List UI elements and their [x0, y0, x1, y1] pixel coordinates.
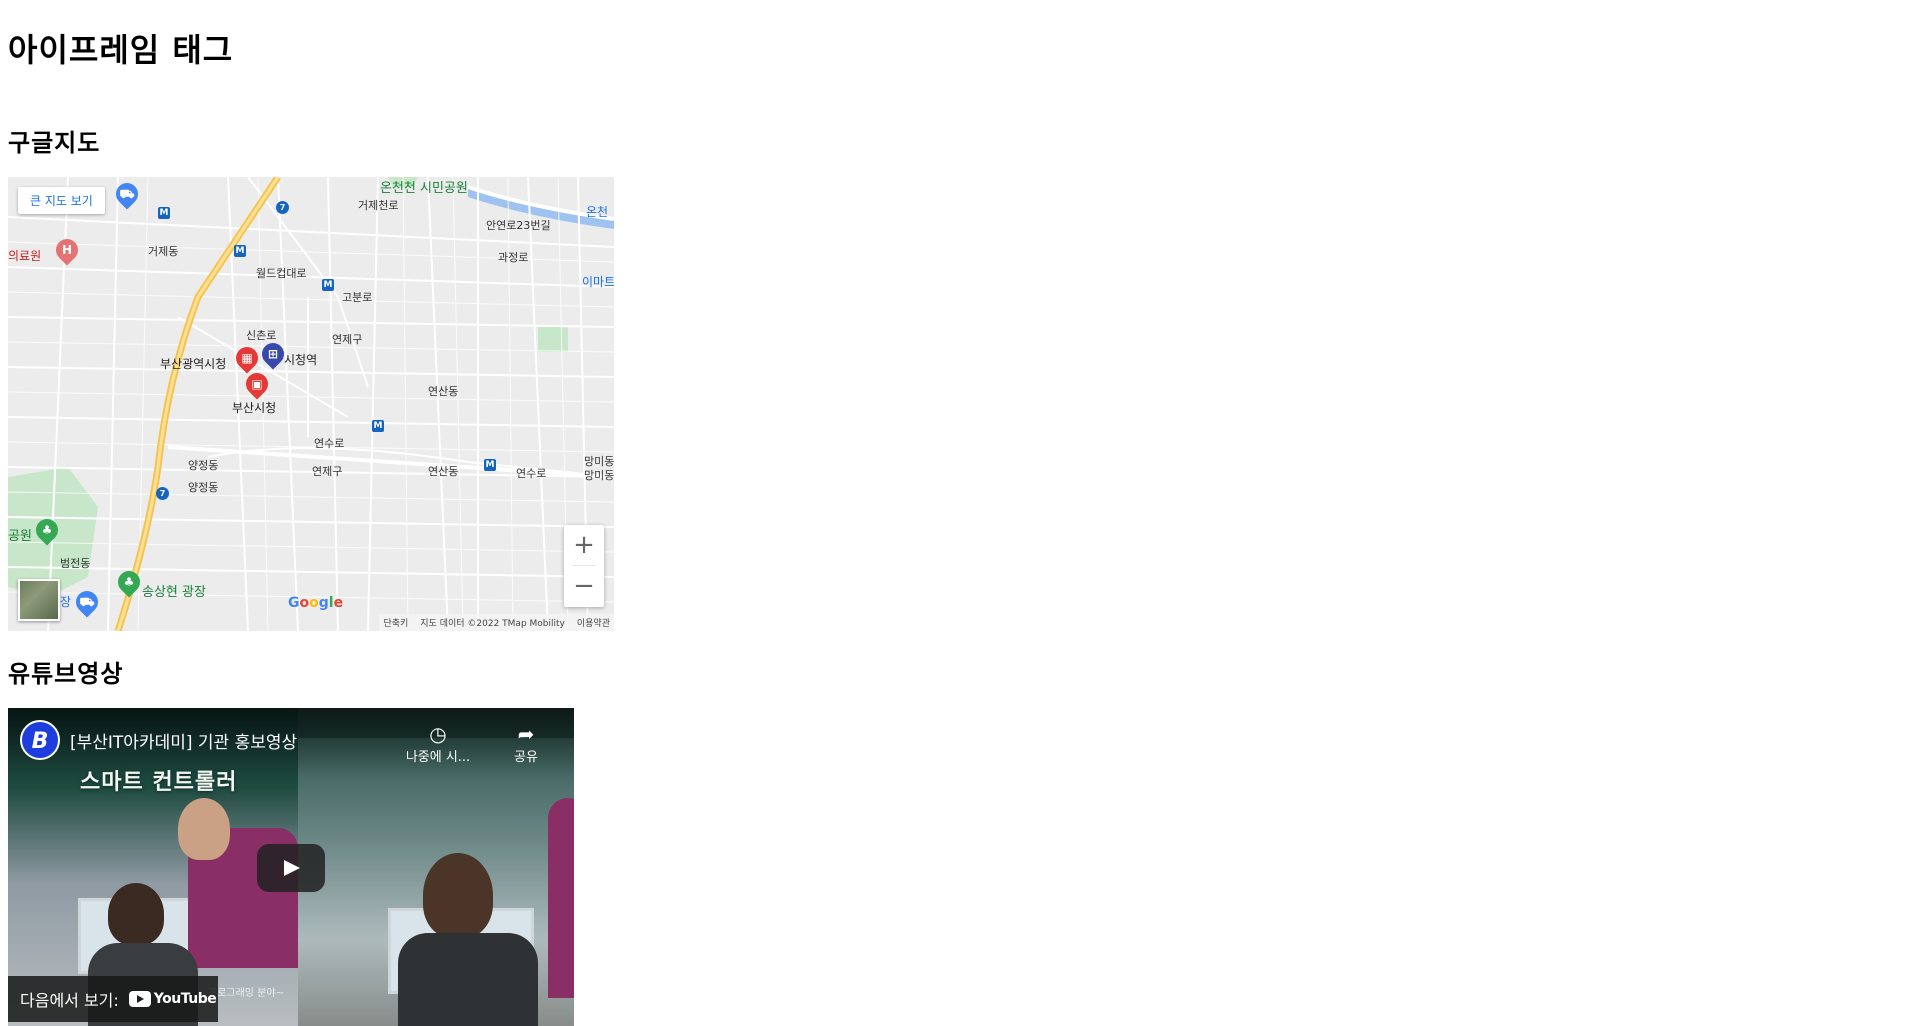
map-label: 고분로 [342, 291, 373, 304]
route-7-icon: 7 [276, 201, 289, 214]
youtube-play-icon [128, 991, 151, 1007]
map-zoom-control: + − [564, 525, 604, 607]
map-label: 온천천 시민공원 [380, 181, 468, 196]
metro-icon[interactable]: M [484, 459, 496, 471]
person-shape [423, 853, 493, 938]
play-button[interactable] [257, 844, 325, 892]
map-label: 장 [60, 595, 72, 609]
video-heading: 유튜브영상 [8, 660, 124, 688]
map-label: 연제구 [332, 333, 363, 346]
person-shape [178, 798, 230, 860]
map-label: 시청역 [284, 353, 318, 367]
map-label: 과정로 [498, 251, 529, 264]
map-label: 이마트 [582, 275, 614, 289]
zoom-out-button[interactable]: − [564, 566, 604, 606]
page-title: 아이프레임 태그 [8, 31, 234, 69]
shopping-pin-icon[interactable]: ⛟ [111, 178, 143, 210]
watch-later-label: 나중에 시... [405, 750, 471, 765]
busan-city-hall-pin-icon[interactable]: ▣ [241, 368, 273, 400]
map-label: 온천 [586, 205, 609, 219]
video-caption: 프로그래밍 분야~ [208, 988, 284, 999]
person-shape [398, 933, 538, 1026]
person-shape [548, 798, 574, 998]
youtube-logo: YouTube [128, 991, 217, 1007]
google-logo: Google [288, 595, 344, 611]
hospital-pin-icon[interactable]: H [51, 234, 83, 266]
map-label: 연제구 [312, 465, 343, 478]
map-label: 양정동 [188, 481, 219, 494]
share-label: 공유 [514, 750, 538, 765]
person-shape [108, 883, 164, 945]
map-label: 신촌로 [246, 329, 277, 342]
map-label: 연수로 [516, 467, 547, 480]
map-label: 연수로 [314, 437, 345, 450]
zoom-in-button[interactable]: + [564, 525, 604, 565]
map-label: 연산동 [428, 465, 459, 478]
map-data-attribution: 지도 데이터 ©2022 TMap Mobility [420, 619, 565, 629]
video-title-link[interactable]: [부산IT아카데미] 기관 홍보영상 [70, 728, 297, 753]
share-arrow-icon: ➦ [517, 722, 535, 746]
map-label: 거제천로 [358, 199, 399, 212]
map-label: 월드컵대로 [256, 267, 307, 280]
page: 아이프레임 태그 구글지도 큰 지도 보기 M M M M M 7 7 ▦ ⊞ … [0, 0, 1920, 1026]
map-label: 망미동 [584, 469, 614, 482]
metro-icon[interactable]: M [158, 207, 170, 219]
shopping-pin-icon[interactable]: ⛟ [71, 586, 103, 618]
map-label: 공원 [8, 529, 32, 544]
satellite-toggle-thumbnail[interactable] [18, 579, 60, 621]
city-hall-pin-icon[interactable]: ▦ [231, 342, 263, 374]
route-7-icon: 7 [156, 487, 169, 500]
youtube-wordmark: YouTube [153, 991, 217, 1007]
map-heading: 구글지도 [8, 129, 101, 157]
video-overlay-text: 스마트 컨트롤러 [80, 770, 238, 795]
keyboard-shortcuts-link[interactable]: 단축키 [383, 616, 408, 629]
channel-avatar[interactable]: B [20, 720, 60, 760]
map-label: 송상현 광장 [142, 585, 206, 600]
youtube-embed[interactable]: B [부산IT아카데미] 기관 홍보영상 ◷ 나중에 시... ➦ 공유 스마트… [8, 708, 574, 1026]
watch-on-youtube-button[interactable]: 다음에서 보기: YouTube [8, 976, 218, 1022]
map-canvas[interactable] [8, 177, 614, 631]
view-larger-map-link[interactable]: 큰 지도 보기 [18, 187, 105, 214]
map-label: 양정동 [188, 459, 219, 472]
google-map-embed[interactable]: 큰 지도 보기 M M M M M 7 7 ▦ ⊞ ▣ ♣ ♣ H ⛟ ⛟ 부산… [8, 177, 614, 631]
share-button[interactable]: ➦ 공유 [486, 722, 566, 765]
map-label: 범전동 [60, 557, 91, 570]
metro-icon[interactable]: M [322, 279, 334, 291]
map-label: 부산광역시청 [160, 357, 227, 371]
terms-link[interactable]: 이용약관 [577, 616, 610, 629]
map-label: 부산시청 [232, 401, 277, 415]
map-label: 안연로23번길 [486, 219, 551, 232]
watch-on-label: 다음에서 보기: [20, 991, 119, 1010]
map-footer: 단축키 지도 데이터 ©2022 TMap Mobility 이용약관 [379, 614, 614, 631]
metro-icon[interactable]: M [234, 245, 246, 257]
clock-icon: ◷ [429, 722, 447, 746]
metro-icon[interactable]: M [372, 420, 384, 432]
watch-later-button[interactable]: ◷ 나중에 시... [398, 722, 478, 765]
park-pin-icon[interactable]: ♣ [31, 514, 63, 546]
park-pin-icon[interactable]: ♣ [113, 566, 145, 598]
map-label: 의료원 [8, 249, 42, 263]
map-label: 거제동 [148, 245, 179, 258]
map-label: 연산동 [428, 385, 459, 398]
